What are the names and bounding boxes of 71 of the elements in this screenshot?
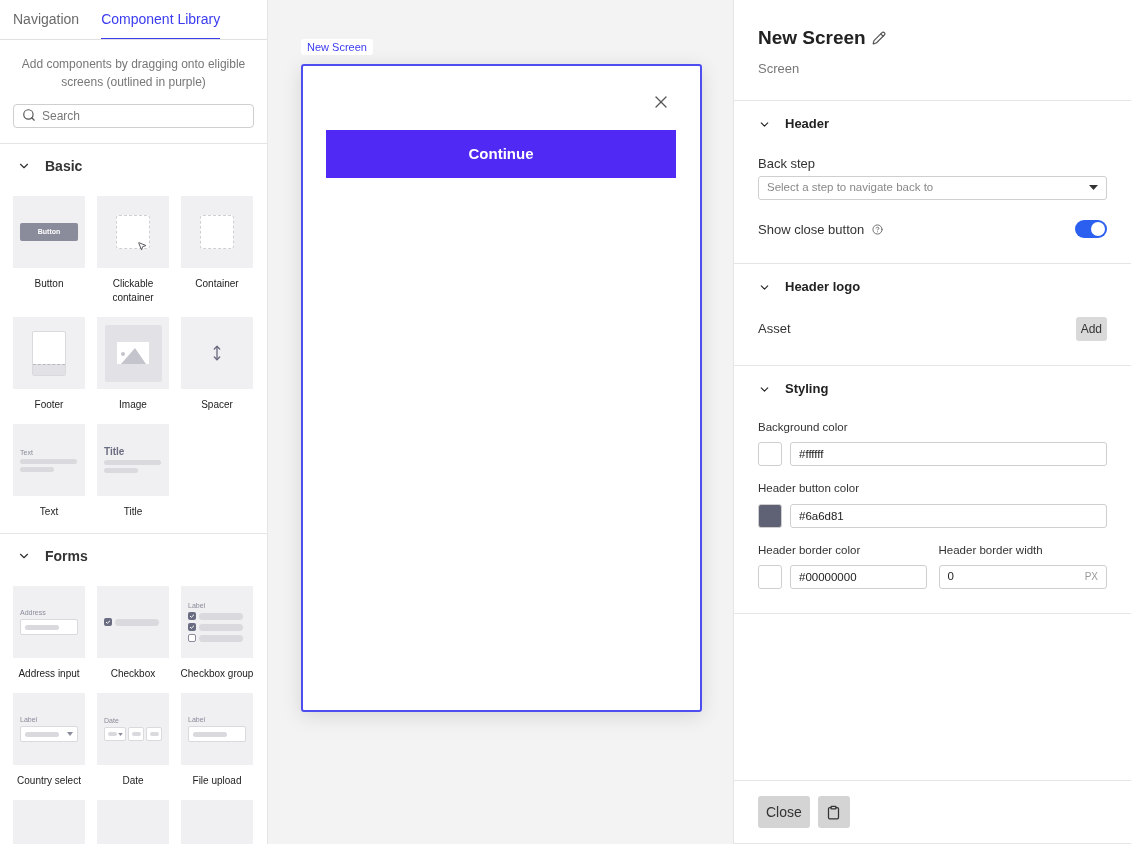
caret-icon <box>1089 185 1098 190</box>
toggle-switch[interactable] <box>1075 220 1107 239</box>
tab[interactable]: Component Library <box>101 9 221 39</box>
component-label: Country select <box>16 774 82 788</box>
step-select[interactable]: Select a step to navigate back to <box>758 175 1107 200</box>
footer-drawing <box>32 330 66 376</box>
component-tile[interactable]: Title <box>97 424 169 496</box>
component-label: Container <box>194 277 240 291</box>
field-label: Header border color <box>758 542 862 558</box>
search-icon <box>22 108 36 122</box>
image-drawing <box>104 324 162 382</box>
section-header[interactable]: Basic <box>0 144 100 188</box>
screen-title: New Screen <box>758 26 866 50</box>
component-tile[interactable] <box>181 317 253 389</box>
component-label: Checkbox <box>109 667 157 681</box>
clipboard-icon <box>826 804 842 820</box>
tab[interactable]: Navigation <box>13 9 80 39</box>
component-tile[interactable] <box>181 196 253 268</box>
component-tile[interactable] <box>97 317 169 389</box>
screen-type: Screen <box>758 59 801 78</box>
component-tile[interactable] <box>97 196 169 268</box>
unit-label: PX <box>1084 570 1098 585</box>
field-label: Show close button <box>758 220 865 239</box>
component-label: Footer <box>33 398 65 412</box>
field-label: Header button color <box>758 481 860 497</box>
field-label: Back step <box>758 155 817 173</box>
input-value: 0 <box>947 569 954 585</box>
input-drawing <box>20 619 78 635</box>
select-drawing <box>20 726 78 742</box>
hint-text: Add components by dragging onto eligible screens (outlined in purple) <box>20 56 247 91</box>
field-label: Background color <box>758 420 849 435</box>
component-tile[interactable] <box>13 317 85 389</box>
help-icon[interactable] <box>872 223 884 235</box>
component-label: File upload <box>191 774 243 788</box>
close-button[interactable]: Close <box>758 796 810 828</box>
color-input[interactable]: #6a6d81 <box>790 503 1107 528</box>
screen-label[interactable]: New Screen <box>301 39 373 55</box>
component-label: Address input <box>17 667 81 681</box>
search-field[interactable]: Search <box>13 104 254 128</box>
component-label: Spacer <box>200 398 234 412</box>
color-swatch[interactable] <box>758 503 782 528</box>
section-header[interactable]: Header logo <box>758 277 861 297</box>
color-swatch[interactable] <box>758 564 782 589</box>
color-input[interactable]: #00000000 <box>790 564 927 589</box>
component-label: Clickable container <box>111 277 155 305</box>
color-input[interactable]: #ffffff <box>790 442 1107 467</box>
field-label: Header border width <box>938 542 1044 558</box>
component-label: Date <box>121 774 145 788</box>
input-drawing <box>188 726 246 742</box>
section-header[interactable]: Forms <box>0 534 105 578</box>
component-label: Checkbox group <box>179 667 255 681</box>
add-button[interactable]: Add <box>1075 317 1107 341</box>
section-header[interactable]: Header <box>758 114 830 134</box>
pencil-icon[interactable] <box>871 31 886 46</box>
color-swatch[interactable] <box>758 442 782 467</box>
container-drawing <box>200 215 234 249</box>
component-label: Image <box>118 398 148 412</box>
field-label: Asset <box>758 320 791 339</box>
component-tile[interactable] <box>97 586 169 658</box>
component-label: Title <box>122 505 144 519</box>
component-label: Button <box>33 277 65 291</box>
width-input[interactable]: 0 PX <box>938 564 1107 589</box>
clipboard-button[interactable] <box>817 796 850 828</box>
preview-label: Title <box>104 447 126 457</box>
component-label: Text <box>38 505 60 519</box>
select-placeholder: Select a step to navigate back to <box>767 179 934 195</box>
screen-frame[interactable]: Continue <box>301 64 702 712</box>
date-fields-drawing <box>104 727 162 741</box>
clickable-container-drawing <box>116 215 150 249</box>
continue-button[interactable]: Continue <box>326 130 676 178</box>
section-header[interactable]: Styling <box>758 379 829 399</box>
